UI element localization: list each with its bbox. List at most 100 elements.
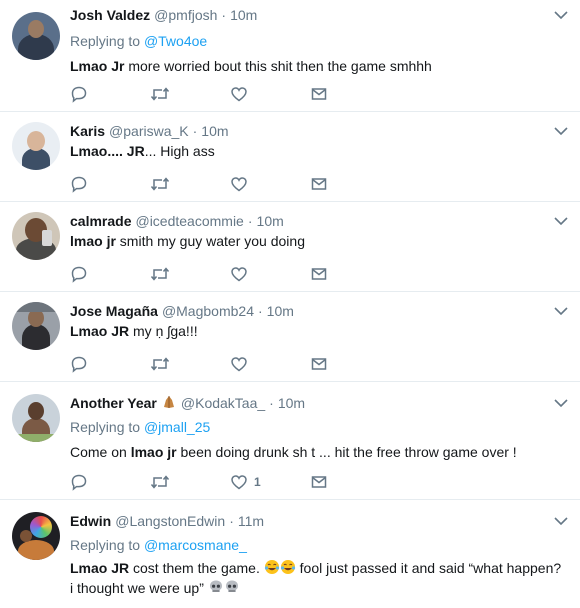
dm-button[interactable] [310, 264, 390, 284]
avatar[interactable] [12, 12, 60, 60]
retweet-button[interactable] [150, 354, 230, 374]
chevron-down-icon[interactable] [552, 304, 570, 318]
tweet-text: Come on lmao jr been doing drunk sh t ..… [70, 442, 568, 462]
chevron-down-icon[interactable] [552, 124, 570, 138]
like-button[interactable] [230, 174, 310, 194]
replying-to: Replying to @Two4oe [70, 32, 568, 50]
tweet-header: Karis @pariswa_K · 10m [70, 122, 568, 140]
tweet-text-bold: Lmao Jr [70, 58, 125, 74]
tweet-header: calmrade @icedteacommie · 10m [70, 212, 568, 230]
replying-to: Replying to @marcosmane_ [70, 536, 568, 554]
tweet-text: Lmao JR cost them the game. fool just pa… [70, 558, 568, 598]
like-button[interactable] [230, 354, 310, 374]
retweet-button[interactable] [150, 84, 230, 104]
tweet-header: Josh Valdez @pmfjosh · 10m [70, 6, 568, 24]
reply-button[interactable] [70, 84, 150, 104]
tweet-text-body: more worried bout this shit then the gam… [124, 58, 432, 74]
retweet-button[interactable] [150, 174, 230, 194]
skull-emoji [209, 580, 222, 592]
replying-label: Replying to [70, 419, 141, 435]
chevron-down-icon[interactable] [552, 396, 570, 410]
tweet-text-body: smith my guy water you doing [115, 233, 305, 249]
retweet-icon [150, 357, 170, 371]
reply-button[interactable] [70, 354, 150, 374]
tweet-text-bold: Lmao.... JR [70, 143, 145, 159]
dm-button[interactable] [310, 174, 390, 194]
display-name[interactable]: Jose Magaña [70, 302, 158, 320]
tweet-text-bold: Lmao JR [70, 560, 130, 576]
separator-dot: · [229, 513, 234, 529]
dm-button[interactable] [310, 472, 390, 492]
tweet[interactable]: Another Year @KodakTaa_ · 10m Replying t… [0, 382, 580, 500]
user-handle[interactable]: @Magbomb24 [162, 302, 254, 320]
like-icon [231, 87, 247, 102]
replying-to-link[interactable]: @jmall_25 [144, 419, 210, 435]
display-name[interactable]: Another Year [70, 394, 157, 412]
tweet-feed: Josh Valdez @pmfjosh · 10m Replying to @… [0, 0, 580, 608]
like-count: 1 [254, 475, 261, 489]
chevron-down-icon[interactable] [552, 214, 570, 228]
tweet[interactable]: Edwin @LangstonEdwin · 11m Replying to @… [0, 500, 580, 608]
timestamp[interactable]: 10m [230, 6, 257, 24]
reply-icon [71, 86, 87, 103]
timestamp[interactable]: 11m [238, 512, 264, 530]
tweet-text-pre: Come on [70, 444, 131, 460]
like-button[interactable] [230, 264, 310, 284]
tweet-text-body: ... High ass [144, 143, 215, 159]
reply-button[interactable] [70, 264, 150, 284]
timestamp[interactable]: 10m [267, 302, 294, 320]
user-handle[interactable]: @pariswa_K [109, 122, 189, 140]
tweet-text-body: my ṇ ʃga!!! [129, 323, 198, 339]
display-name[interactable]: Josh Valdez [70, 6, 150, 24]
avatar[interactable] [12, 212, 60, 260]
tweet-text-bold: lmao jr [130, 444, 177, 460]
avatar[interactable] [12, 302, 60, 350]
timestamp[interactable]: 10m [257, 212, 284, 230]
separator-dot: · [257, 303, 263, 319]
replying-to-link[interactable]: @Two4oe [144, 33, 207, 49]
like-button[interactable]: 1 [230, 472, 310, 492]
dm-button[interactable] [310, 354, 390, 374]
display-name[interactable]: Edwin [70, 512, 111, 530]
tears-of-joy-emoji [264, 560, 279, 574]
tweet-text: Lmao.... JR... High ass [70, 141, 568, 161]
dm-button[interactable] [310, 84, 390, 104]
tweet[interactable]: Karis @pariswa_K · 10m Lmao.... JR... Hi… [0, 112, 580, 202]
reply-button[interactable] [70, 472, 150, 492]
avatar[interactable] [12, 394, 60, 442]
chevron-down-icon[interactable] [552, 514, 570, 528]
user-handle[interactable]: @KodakTaa_ [181, 394, 265, 412]
tweet-text: Lmao Jr more worried bout this shit then… [70, 56, 568, 76]
avatar[interactable] [12, 122, 60, 170]
separator-dot: · [269, 395, 274, 411]
tweet-header: Jose Magaña @Magbomb24 · 10m [70, 302, 568, 320]
display-name[interactable]: calmrade [70, 212, 131, 230]
dm-icon [311, 476, 327, 488]
dm-icon [311, 268, 327, 280]
tweet[interactable]: calmrade @icedteacommie · 10m lmao jr sm… [0, 202, 580, 292]
retweet-icon [150, 267, 170, 281]
tweet[interactable]: Josh Valdez @pmfjosh · 10m Replying to @… [0, 0, 580, 112]
retweet-button[interactable] [150, 472, 230, 492]
user-handle[interactable]: @LangstonEdwin [115, 512, 225, 530]
replying-label: Replying to [70, 537, 141, 553]
display-name[interactable]: Karis [70, 122, 105, 140]
chevron-down-icon[interactable] [552, 8, 570, 22]
user-handle[interactable]: @pmfjosh [154, 6, 217, 24]
tweet[interactable]: Jose Magaña @Magbomb24 · 10m Lmao JR my … [0, 292, 580, 382]
like-icon [231, 267, 247, 282]
replying-to-link[interactable]: @marcosmane_ [144, 537, 247, 553]
dm-icon [311, 358, 327, 370]
avatar[interactable] [12, 512, 60, 560]
reply-icon [71, 176, 87, 193]
like-button[interactable] [230, 84, 310, 104]
user-handle[interactable]: @icedteacommie [135, 212, 243, 230]
reply-icon [71, 266, 87, 283]
timestamp[interactable]: 10m [201, 122, 228, 140]
reply-button[interactable] [70, 174, 150, 194]
skull-emoji [225, 580, 238, 592]
timestamp[interactable]: 10m [278, 394, 305, 412]
reply-icon [71, 356, 87, 373]
replying-to: Replying to @jmall_25 [70, 418, 568, 436]
retweet-button[interactable] [150, 264, 230, 284]
